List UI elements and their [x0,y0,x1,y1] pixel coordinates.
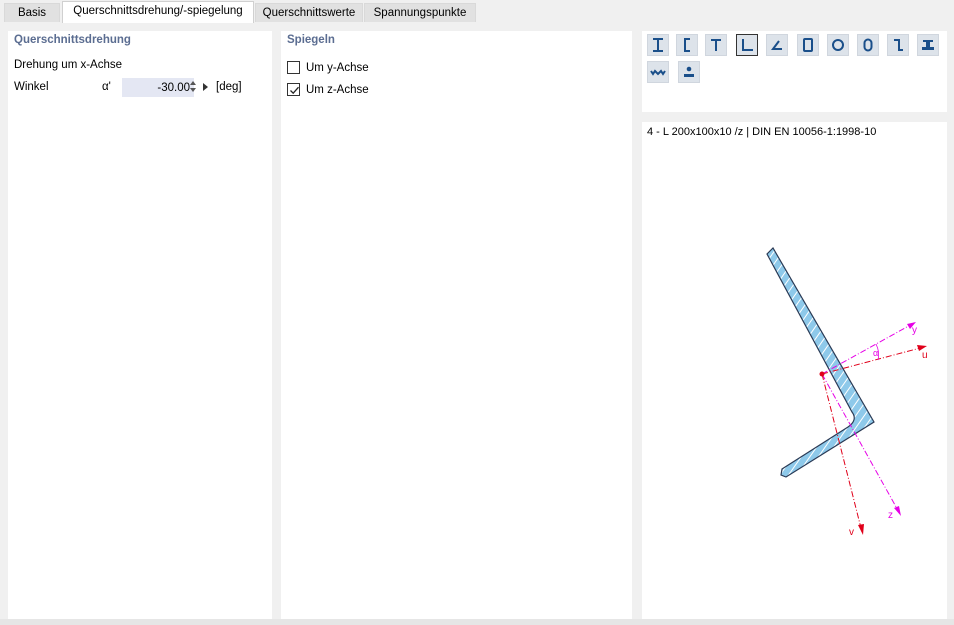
z-axis-label: z [888,510,893,521]
y-axis-label: y [912,325,917,336]
mirror-y-checkbox[interactable] [287,61,300,74]
rail-icon [922,40,934,50]
sheet-pile-icon [650,69,666,76]
tab-querschnittswerte[interactable]: Querschnittswerte [255,3,363,22]
rotation-subtitle: Drehung um x-Achse [14,59,123,71]
z-section-icon [894,39,903,51]
mirror-title: Spiegeln [287,34,335,46]
mirror-panel: Spiegeln Um y-Achse Um z-Achse [281,31,632,619]
tab-bar: Basis Querschnittsdrehung/-spiegelung Qu… [0,0,954,23]
rotation-panel: Querschnittsdrehung Drehung um x-Achse W… [8,31,272,619]
section-preview-canvas: y z u v α [766,247,928,538]
shape-selector-panel [642,31,947,112]
mirror-z-checkbox[interactable] [287,83,300,96]
rounded-tube-button[interactable] [857,34,879,56]
weld-section-icon [684,66,694,77]
angle-spinner[interactable] [188,78,198,96]
mirror-z-label: Um z-Achse [306,84,369,96]
angle-menu-arrow-icon[interactable] [200,78,210,96]
checkmark-icon [290,86,299,95]
rounded-tube-icon [863,38,873,52]
y-axis-line [821,322,915,375]
angle-unit: [deg] [216,81,242,93]
angle-button[interactable] [736,34,758,56]
i-beam-icon [653,38,663,52]
angle-input[interactable] [122,78,194,97]
angle-symbol: α' [102,81,111,93]
mirror-y-label: Um y-Achse [306,62,369,74]
angle-label: Winkel [14,81,49,93]
v-axis-label: v [849,527,854,538]
tab-spannungspunkte[interactable]: Spannungspunkte [364,3,476,22]
u-axis-label: u [922,350,928,361]
circular-tube-icon [832,39,844,51]
section-preview-panel: 4 - L 200x100x10 /z | DIN EN 10056-1:199… [642,122,947,619]
weld-section-button[interactable] [678,61,700,83]
z-axis-arrow [894,506,901,516]
centroid-point [819,371,825,377]
v-axis-arrow [858,524,864,535]
tab-querschnittsdrehung[interactable]: Querschnittsdrehung/-spiegelung [62,1,254,23]
rectangular-tube-icon [803,38,813,52]
alpha-label: α [873,348,878,358]
angle-section-shape [766,247,875,478]
bottom-strip [0,619,954,625]
z-section-button[interactable] [887,34,909,56]
rail-button[interactable] [917,34,939,56]
t-beam-icon [711,39,721,51]
unequal-angle-icon [771,40,782,50]
t-beam-button[interactable] [705,34,727,56]
tab-basis[interactable]: Basis [4,3,60,22]
angle-icon [742,39,753,51]
channel-button[interactable] [676,34,698,56]
rectangular-tube-button[interactable] [797,34,819,56]
i-beam-button[interactable] [647,34,669,56]
unequal-angle-button[interactable] [766,34,788,56]
channel-icon [684,38,690,52]
rotation-title: Querschnittsdrehung [14,34,131,46]
circular-tube-button[interactable] [827,34,849,56]
sheet-pile-button[interactable] [647,61,669,83]
